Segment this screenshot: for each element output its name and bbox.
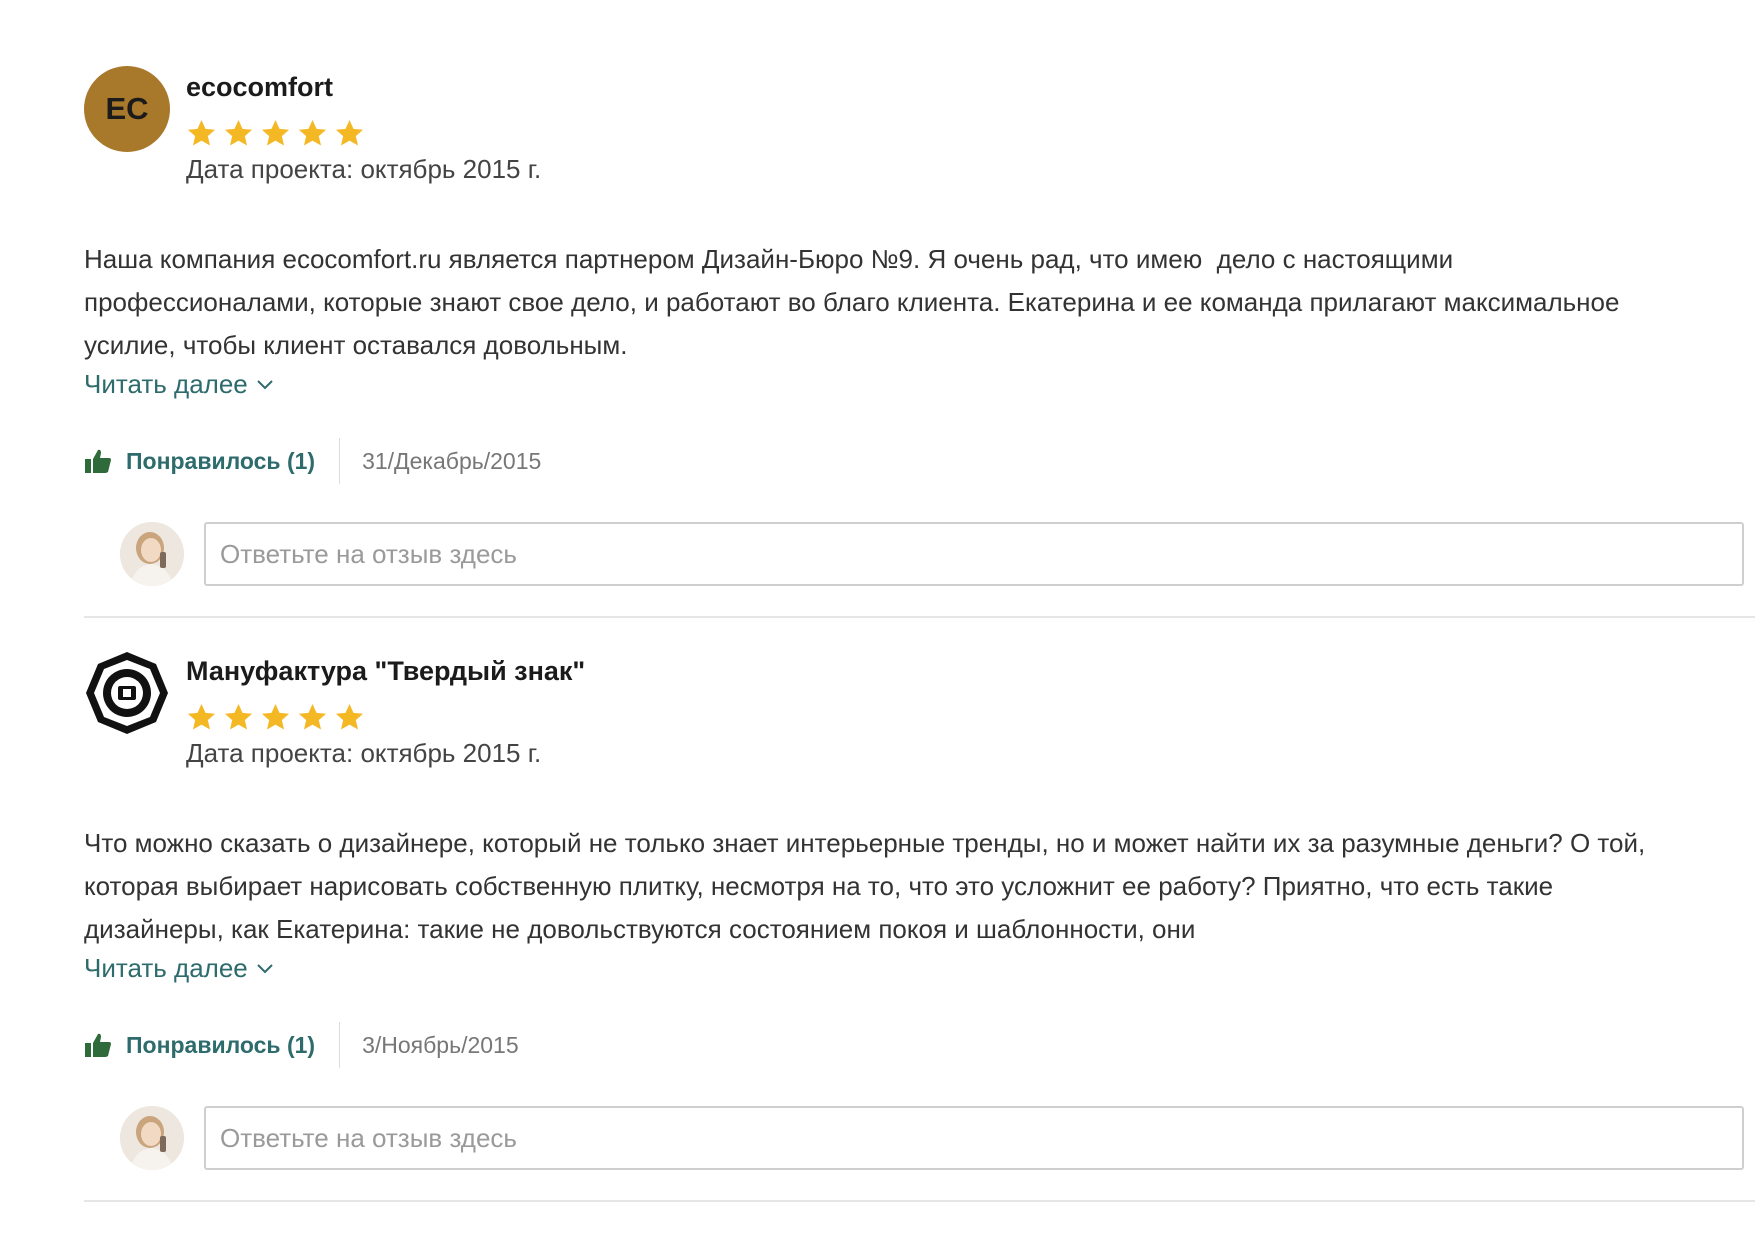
- user-avatar: [120, 522, 184, 586]
- review-actions: Понравилось (1) 31/Декабрь/2015: [84, 438, 1755, 484]
- star-rating: [186, 702, 365, 733]
- like-button[interactable]: Понравилось (1): [84, 1032, 339, 1059]
- review-date: 31/Декабрь/2015: [362, 447, 542, 474]
- read-more-label: Читать далее: [84, 953, 248, 983]
- reply-row: [84, 1106, 1755, 1170]
- star-icon: [187, 119, 216, 146]
- project-date: Дата проекта: октябрь 2015 г.: [186, 738, 542, 768]
- reviewer-name[interactable]: Мануфактура "Твердый знак": [186, 656, 585, 687]
- star-icon: [224, 119, 253, 146]
- review-separator: [84, 1200, 1755, 1202]
- star-icon: [187, 703, 216, 730]
- read-more-label: Читать далее: [84, 369, 248, 399]
- review-header: Мануфактура "Твердый знак" Дата проекта:…: [84, 646, 1755, 778]
- chevron-down-icon: [257, 963, 273, 973]
- reviewer-name[interactable]: ecocomfort: [186, 72, 333, 103]
- review-card: EC ecocomfort Дата проекта: октябрь 2015…: [84, 62, 1755, 618]
- review-date: 3/Ноябрь/2015: [362, 1031, 519, 1058]
- reply-input[interactable]: [204, 1106, 1744, 1170]
- star-icon: [335, 119, 364, 146]
- star-icon: [298, 703, 327, 730]
- star-rating: [186, 118, 365, 149]
- project-date: Дата проекта: октябрь 2015 г.: [186, 154, 542, 184]
- reply-row: [84, 522, 1755, 586]
- review-header: EC ecocomfort Дата проекта: октябрь 2015…: [84, 62, 1755, 194]
- manufaktura-logo: [86, 652, 168, 734]
- review-actions: Понравилось (1) 3/Ноябрь/2015: [84, 1022, 1755, 1068]
- like-button[interactable]: Понравилось (1): [84, 448, 339, 475]
- star-icon: [224, 703, 253, 730]
- review-separator: [84, 616, 1755, 618]
- star-icon: [298, 119, 327, 146]
- review-text: Наша компания ecocomfort.ru является пар…: [84, 244, 1627, 360]
- like-label: Понравилось (1): [126, 447, 316, 474]
- reviewer-avatar[interactable]: [84, 650, 170, 736]
- thumbs-up-icon: [85, 1033, 111, 1057]
- review-card: Мануфактура "Твердый знак" Дата проекта:…: [84, 646, 1755, 1202]
- star-icon: [261, 119, 290, 146]
- user-avatar: [120, 1106, 184, 1170]
- read-more-link[interactable]: Читать далее: [84, 369, 274, 400]
- star-icon: [335, 703, 364, 730]
- chevron-down-icon: [257, 379, 273, 389]
- avatar-initials: EC: [105, 91, 149, 126]
- read-more-link[interactable]: Читать далее: [84, 953, 274, 984]
- thumbs-up-icon: [85, 449, 111, 473]
- star-icon: [261, 703, 290, 730]
- reply-input[interactable]: [204, 522, 1744, 586]
- review-text: Что можно сказать о дизайнере, который н…: [84, 828, 1653, 944]
- reviewer-avatar[interactable]: EC: [84, 66, 170, 152]
- like-label: Понравилось (1): [126, 1031, 316, 1058]
